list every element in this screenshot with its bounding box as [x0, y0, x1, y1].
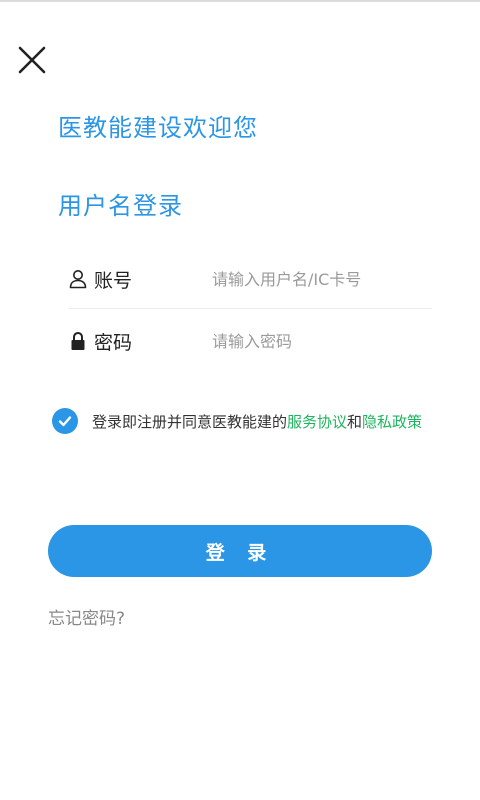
check-icon [58, 416, 72, 427]
service-agreement-link[interactable]: 服务协议 [287, 411, 347, 432]
top-divider [0, 0, 480, 2]
privacy-policy-link[interactable]: 隐私政策 [362, 411, 422, 432]
account-input[interactable] [212, 259, 432, 299]
close-icon [18, 46, 46, 74]
lock-icon [68, 330, 88, 352]
close-button[interactable] [14, 42, 50, 78]
user-icon [68, 268, 88, 290]
password-label: 密码 [94, 331, 133, 354]
agreement-row: 登录即注册并同意医教能建的 服务协议和隐私政策 [52, 408, 422, 434]
agreement-text: 登录即注册并同意医教能建的 [92, 412, 288, 431]
login-button[interactable]: 登 录 [48, 525, 432, 577]
agreement-conjunction: 和 [347, 412, 363, 431]
login-method-title: 用户名登录 [58, 192, 183, 220]
agreement-checkbox[interactable] [52, 408, 78, 434]
account-field-row: 账号 [68, 250, 432, 309]
login-page: 医教能建设欢迎您 用户名登录 账号 密码 登录即注册并同意医教能建的服务协议和隐… [0, 0, 480, 800]
password-field-row: 密码 [68, 312, 432, 370]
account-label: 账号 [94, 269, 133, 292]
password-input[interactable] [212, 321, 432, 361]
forgot-password-link[interactable]: 忘记密码? [48, 604, 125, 629]
welcome-title: 医教能建设欢迎您 [58, 114, 258, 142]
